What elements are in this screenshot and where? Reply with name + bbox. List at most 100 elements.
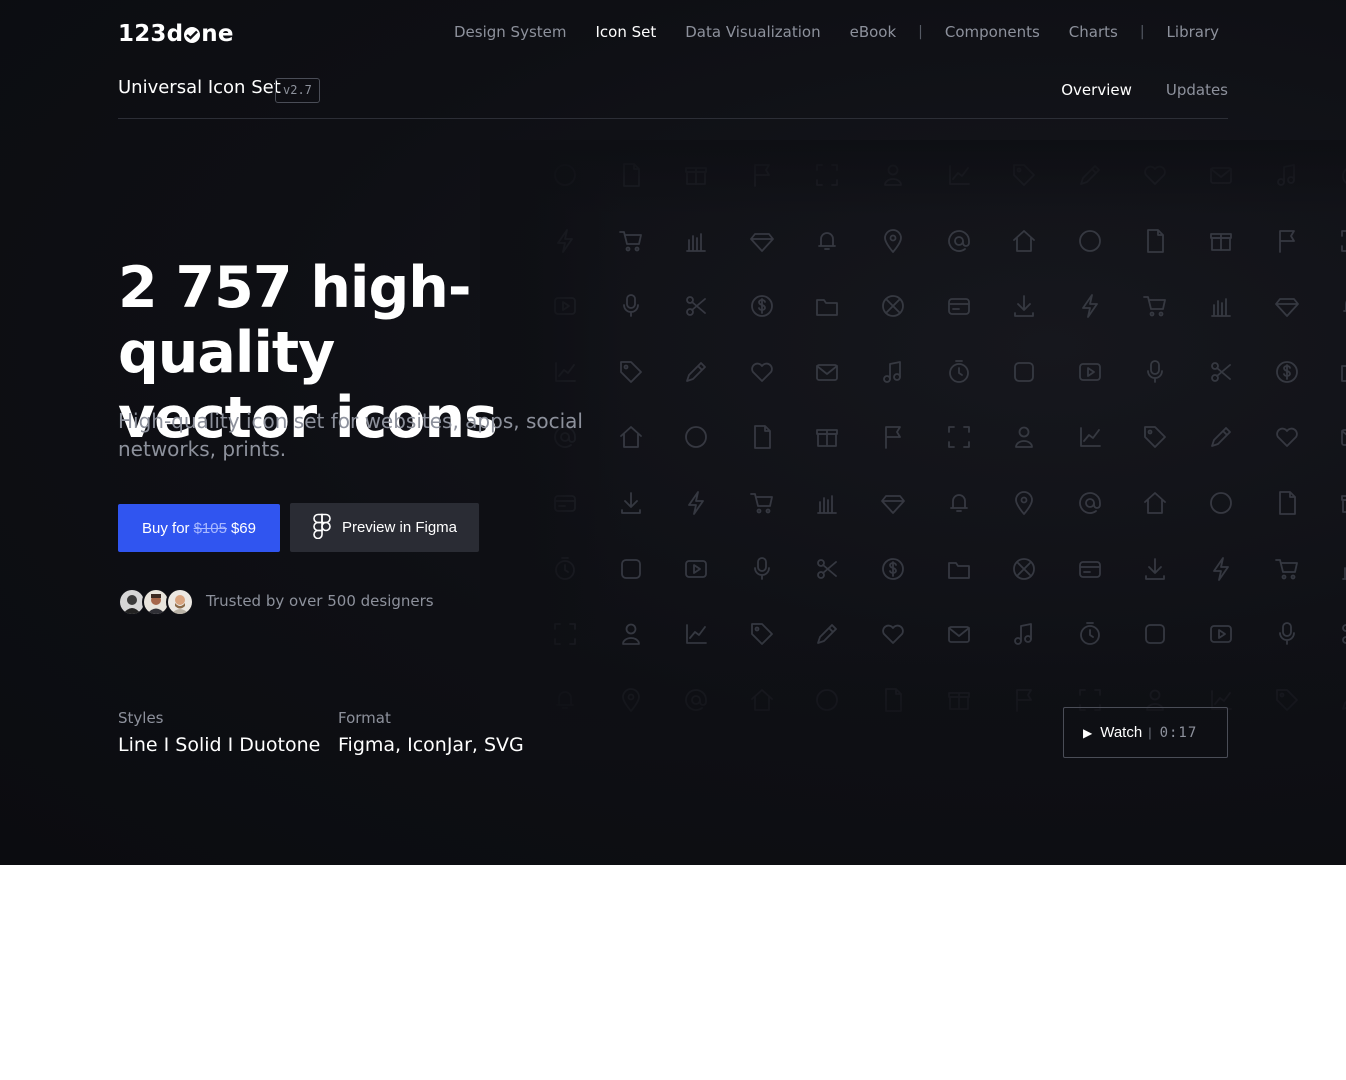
decorative-icon: [1075, 422, 1105, 452]
decorative-icon: [1075, 619, 1105, 649]
styles-value: Line I Solid I Duotone: [118, 734, 321, 756]
nav-ebook[interactable]: eBook: [850, 23, 897, 41]
decorative-icon: [1075, 226, 1105, 256]
decorative-icon: [1206, 554, 1236, 584]
hero-section: 123d ne Design System Icon Set Data Visua…: [0, 0, 1346, 865]
icon-showcase-grid: [530, 150, 1346, 740]
video-duration: 0:17: [1159, 724, 1198, 741]
nav-charts[interactable]: Charts: [1069, 23, 1118, 41]
decorative-icon: [1009, 226, 1039, 256]
format-value: Figma, IconJar, SVG: [338, 734, 524, 756]
decorative-icon: [812, 488, 842, 518]
decorative-icon: [681, 488, 711, 518]
watch-video-button[interactable]: ▶ Watch | 0:17: [1063, 707, 1228, 758]
product-tabs: Overview Updates: [1027, 81, 1228, 99]
decorative-icon: [1206, 226, 1236, 256]
nav-separator: |: [1139, 24, 1145, 40]
tab-updates[interactable]: Updates: [1166, 81, 1228, 99]
decorative-icon: [1337, 226, 1346, 256]
decorative-icon: [1206, 291, 1236, 321]
decorative-icon: [1009, 357, 1039, 387]
decorative-icon: [1272, 160, 1302, 190]
decorative-icon: [1206, 488, 1236, 518]
decorative-icon: [747, 488, 777, 518]
decorative-icon: [1337, 554, 1346, 584]
buy-old-price: $105: [193, 519, 227, 537]
decorative-icon: [681, 685, 711, 715]
decorative-icon: [1337, 488, 1346, 518]
decorative-icon: [1272, 291, 1302, 321]
decorative-icon: [1206, 160, 1236, 190]
nav-library[interactable]: Library: [1167, 23, 1219, 41]
hero-subtitle: High-quality icon set for websites, apps…: [118, 409, 583, 461]
decorative-icon: [878, 291, 908, 321]
decorative-icon: [1272, 488, 1302, 518]
decorative-icon: [944, 488, 974, 518]
decorative-icon: [1337, 619, 1346, 649]
decorative-icon: [944, 357, 974, 387]
decorative-icon: [944, 291, 974, 321]
decorative-icon: [878, 357, 908, 387]
decorative-icon: [944, 422, 974, 452]
decorative-icon: [812, 357, 842, 387]
decorative-icon: [1140, 226, 1170, 256]
decorative-icon: [944, 160, 974, 190]
decorative-icon: [616, 554, 646, 584]
trusted-by-text: Trusted by over 500 designers: [206, 592, 434, 610]
decorative-icon: [1206, 357, 1236, 387]
play-icon: ▶: [1083, 725, 1093, 740]
decorative-icon: [1140, 291, 1170, 321]
buy-button[interactable]: Buy for $105 $69: [118, 504, 280, 552]
decorative-icon: [1009, 160, 1039, 190]
decorative-icon: [1009, 554, 1039, 584]
decorative-icon: [1075, 488, 1105, 518]
decorative-icon: [944, 554, 974, 584]
decorative-icon: [1337, 160, 1346, 190]
decorative-icon: [944, 619, 974, 649]
watch-separator: |: [1148, 725, 1152, 740]
decorative-icon: [550, 619, 580, 649]
decorative-icon: [681, 619, 711, 649]
decorative-icon: [1140, 357, 1170, 387]
decorative-icon: [616, 226, 646, 256]
decorative-icon: [1337, 422, 1346, 452]
tab-overview[interactable]: Overview: [1061, 81, 1132, 99]
decorative-icon: [550, 554, 580, 584]
decorative-icon: [1140, 160, 1170, 190]
nav-design-system[interactable]: Design System: [454, 23, 567, 41]
decorative-icon: [1272, 685, 1302, 715]
decorative-icon: [747, 554, 777, 584]
decorative-icon: [878, 488, 908, 518]
nav-components[interactable]: Components: [945, 23, 1040, 41]
decorative-icon: [1337, 291, 1346, 321]
product-title: Universal Icon Set: [118, 77, 281, 98]
decorative-icon: [1009, 422, 1039, 452]
nav-icon-set[interactable]: Icon Set: [595, 23, 656, 41]
decorative-icon: [681, 357, 711, 387]
product-subheader: Universal Icon Set v2.7 Overview Updates: [118, 74, 1228, 119]
decorative-icon: [1206, 619, 1236, 649]
page-below-hero: [0, 865, 1346, 1080]
decorative-icon: [1140, 554, 1170, 584]
decorative-icon: [747, 619, 777, 649]
decorative-icon: [747, 357, 777, 387]
decorative-icon: [1337, 357, 1346, 387]
preview-in-figma-button[interactable]: Preview in Figma: [290, 503, 479, 552]
decorative-icon: [1140, 619, 1170, 649]
decorative-icon: [747, 160, 777, 190]
decorative-icon: [1009, 619, 1039, 649]
designer-avatars: [118, 588, 194, 616]
brand-logo[interactable]: 123d ne: [118, 21, 234, 47]
decorative-icon: [1272, 619, 1302, 649]
decorative-icon: [681, 226, 711, 256]
figma-icon: [312, 513, 332, 543]
decorative-icon: [878, 422, 908, 452]
format-label: Format: [338, 709, 391, 727]
decorative-icon: [1272, 357, 1302, 387]
decorative-icon: [1140, 488, 1170, 518]
decorative-icon: [812, 554, 842, 584]
nav-data-visualization[interactable]: Data Visualization: [685, 23, 820, 41]
decorative-icon: [1272, 422, 1302, 452]
decorative-icon: [681, 160, 711, 190]
decorative-icon: [1206, 422, 1236, 452]
